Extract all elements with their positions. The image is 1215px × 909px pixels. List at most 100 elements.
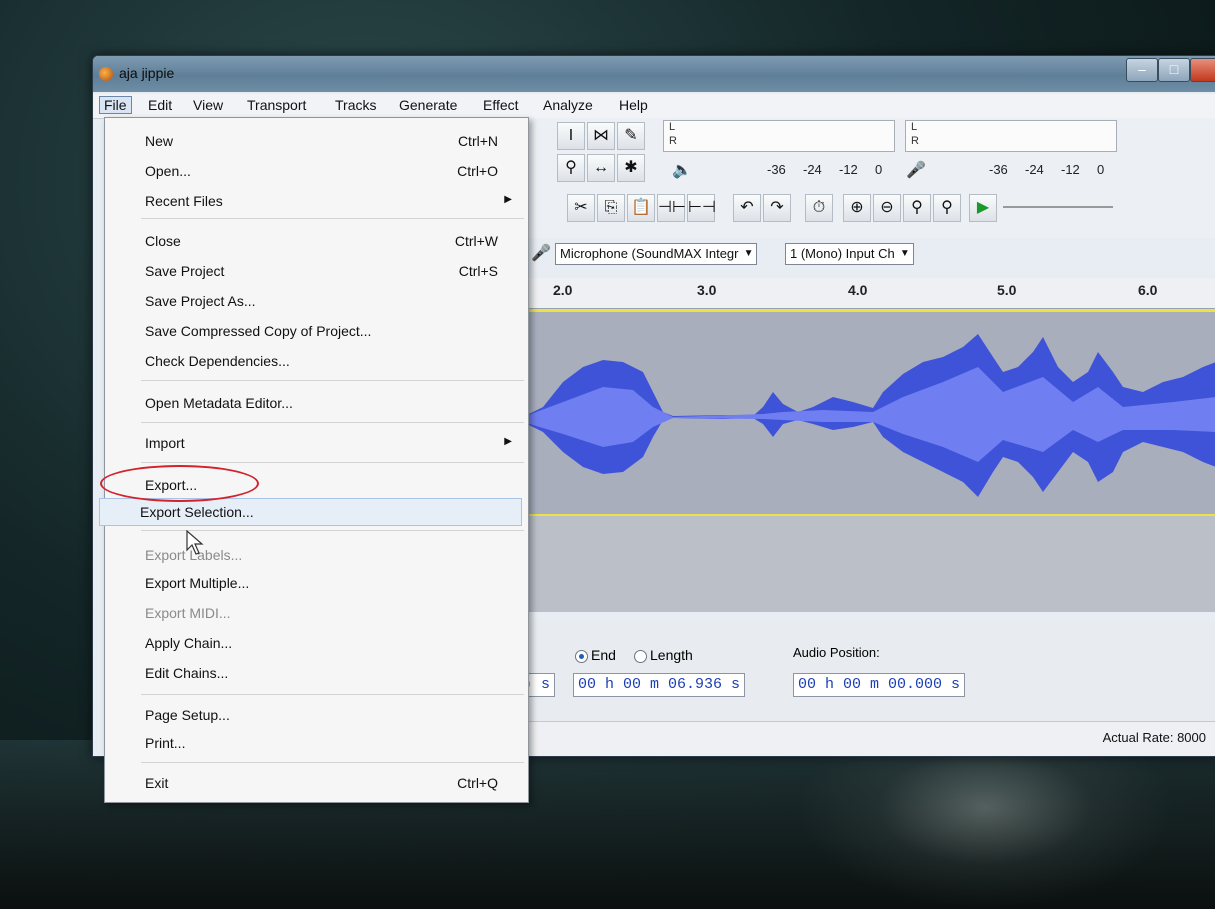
close-button[interactable] (1190, 58, 1215, 82)
menu-item-close[interactable]: Close Ctrl+W (105, 228, 528, 254)
menu-separator (141, 218, 524, 219)
length-label: Length (650, 647, 693, 663)
menu-file[interactable]: File (99, 96, 132, 114)
length-radio[interactable] (634, 650, 647, 663)
recording-scale-36: -36 (989, 162, 1008, 177)
menu-item-apply-chain[interactable]: Apply Chain... (105, 630, 528, 656)
paste-icon[interactable]: 📋 (627, 194, 655, 222)
menu-item-label: Export Selection... (140, 504, 254, 520)
playback-meter[interactable] (663, 120, 895, 152)
audio-position-label: Audio Position: (793, 645, 880, 660)
zoom-tool-icon[interactable]: ⚲ (557, 154, 585, 182)
menu-item-print[interactable]: Print... (105, 730, 528, 756)
menu-item-save-compressed-copy[interactable]: Save Compressed Copy of Project... (105, 318, 528, 344)
menu-item-label: Recent Files (145, 193, 223, 209)
menu-item-label: Edit Chains... (145, 665, 229, 681)
menu-item-label: Page Setup... (145, 707, 230, 723)
recording-scale-12: -12 (1061, 162, 1080, 177)
microphone-device-icon: 🎤 (531, 245, 551, 262)
microphone-icon[interactable]: 🎤 (903, 158, 929, 184)
waveform-graphic (523, 334, 1215, 497)
ruler-label: 6.0 (1138, 282, 1158, 298)
sync-lock-icon[interactable]: ⏱ (805, 194, 833, 222)
envelope-tool-icon[interactable]: ⋈ (587, 122, 615, 150)
audio-position-time[interactable]: 00 h 00 m 00.000 s (793, 673, 966, 697)
menu-item-export-labels[interactable]: Export Labels... (105, 542, 528, 568)
chevron-down-icon: ▼ (743, 248, 754, 259)
multi-tool-icon[interactable]: ✱ (617, 154, 645, 182)
menu-separator (141, 694, 524, 695)
input-channels-value: 1 (Mono) Input Ch (790, 246, 895, 261)
speaker-icon[interactable]: 🔈 (669, 158, 695, 184)
menu-item-exit[interactable]: Exit Ctrl+Q (105, 770, 528, 796)
input-device-select[interactable]: Microphone (SoundMAX Integr ▼ (555, 243, 758, 265)
menu-item-shortcut: Ctrl+W (454, 233, 498, 249)
timeline-ruler[interactable]: 2.0 3.0 4.0 5.0 6.0 (523, 278, 1215, 309)
toolbar-area: I ⋈ ✎ ⚲ ↔ ✱ L R L R 🔈 -36 -24 -12 0 🎤 -3… (523, 118, 1215, 238)
menu-item-new[interactable]: New Ctrl+N (105, 128, 528, 154)
draw-tool-icon[interactable]: ✎ (617, 122, 645, 150)
playback-scale-0: 0 (875, 162, 883, 177)
menu-generate[interactable]: Generate (399, 97, 457, 113)
status-bar: Actual Rate: 8000 (523, 721, 1215, 756)
menu-item-label: Exit (145, 775, 169, 791)
ruler-label: 4.0 (848, 282, 868, 298)
recording-meter-left-label: L (911, 121, 918, 133)
menu-item-open[interactable]: Open... Ctrl+O (105, 158, 528, 184)
play-at-speed-icon[interactable]: ▶ (969, 194, 997, 222)
menu-item-label: Check Dependencies... (145, 353, 290, 369)
trim-icon[interactable]: ⊣⊢ (657, 194, 686, 222)
audio-track-waveform[interactable] (523, 309, 1215, 517)
menu-transport[interactable]: Transport (247, 97, 306, 113)
fit-selection-icon[interactable]: ⚲ (903, 194, 931, 222)
minimize-button[interactable]: – (1126, 58, 1158, 82)
title-bar[interactable]: aja jippie – □ (93, 56, 1215, 92)
menu-item-page-setup[interactable]: Page Setup... (105, 702, 528, 728)
selection-tool-icon[interactable]: I (557, 122, 585, 150)
menu-item-open-metadata-editor[interactable]: Open Metadata Editor... (105, 390, 528, 416)
menu-effect[interactable]: Effect (483, 97, 519, 113)
input-channels-select[interactable]: 1 (Mono) Input Ch ▼ (785, 243, 914, 265)
menu-tracks[interactable]: Tracks (335, 97, 376, 113)
menu-item-label: Save Project (145, 263, 225, 279)
menu-item-label: Save Compressed Copy of Project... (145, 323, 372, 339)
timeshift-tool-icon[interactable]: ↔ (587, 154, 615, 182)
chevron-down-icon: ▼ (899, 248, 910, 259)
window-title: aja jippie (119, 65, 175, 81)
menu-help[interactable]: Help (619, 97, 648, 113)
end-label: End (591, 647, 616, 663)
menu-item-check-dependencies[interactable]: Check Dependencies... (105, 348, 528, 374)
menu-analyze[interactable]: Analyze (543, 97, 593, 113)
menu-separator (141, 462, 524, 463)
zoom-out-icon[interactable]: ⊖ (873, 194, 901, 222)
menu-item-import[interactable]: Import ▶ (105, 430, 528, 456)
menu-item-edit-chains[interactable]: Edit Chains... (105, 660, 528, 686)
menu-item-export-midi[interactable]: Export MIDI... (105, 600, 528, 626)
ruler-label: 5.0 (997, 282, 1017, 298)
menu-item-recent-files[interactable]: Recent Files ▶ (105, 188, 528, 214)
menu-item-save-project[interactable]: Save Project Ctrl+S (105, 258, 528, 284)
fit-project-icon[interactable]: ⚲ (933, 194, 961, 222)
empty-track-area[interactable] (523, 514, 1215, 612)
undo-icon[interactable]: ↶ (733, 194, 761, 222)
silence-icon[interactable]: ⊢⊣ (687, 194, 716, 222)
copy-icon[interactable]: ⎘ (597, 194, 625, 222)
recording-meter-right-label: R (911, 135, 919, 147)
menu-bar: File Edit View Transport Tracks Generate… (93, 94, 1215, 119)
menu-item-export-multiple[interactable]: Export Multiple... (105, 570, 528, 596)
menu-view[interactable]: View (193, 97, 223, 113)
speed-slider[interactable] (1003, 206, 1113, 208)
selection-end-time[interactable]: 00 h 00 m 06.936 s (573, 673, 746, 697)
ruler-label: 3.0 (697, 282, 717, 298)
menu-item-export-selection[interactable]: Export Selection... (99, 498, 522, 526)
zoom-in-icon[interactable]: ⊕ (843, 194, 871, 222)
playback-scale-36: -36 (767, 162, 786, 177)
menu-item-save-project-as[interactable]: Save Project As... (105, 288, 528, 314)
redo-icon[interactable]: ↷ (763, 194, 791, 222)
selection-toolbar: End Length Audio Position: ) s 00 h 00 m… (519, 621, 1215, 721)
menu-edit[interactable]: Edit (148, 97, 172, 113)
recording-meter[interactable] (905, 120, 1117, 152)
cut-icon[interactable]: ✂ (567, 194, 595, 222)
end-radio[interactable] (575, 650, 588, 663)
maximize-button[interactable]: □ (1158, 58, 1190, 82)
